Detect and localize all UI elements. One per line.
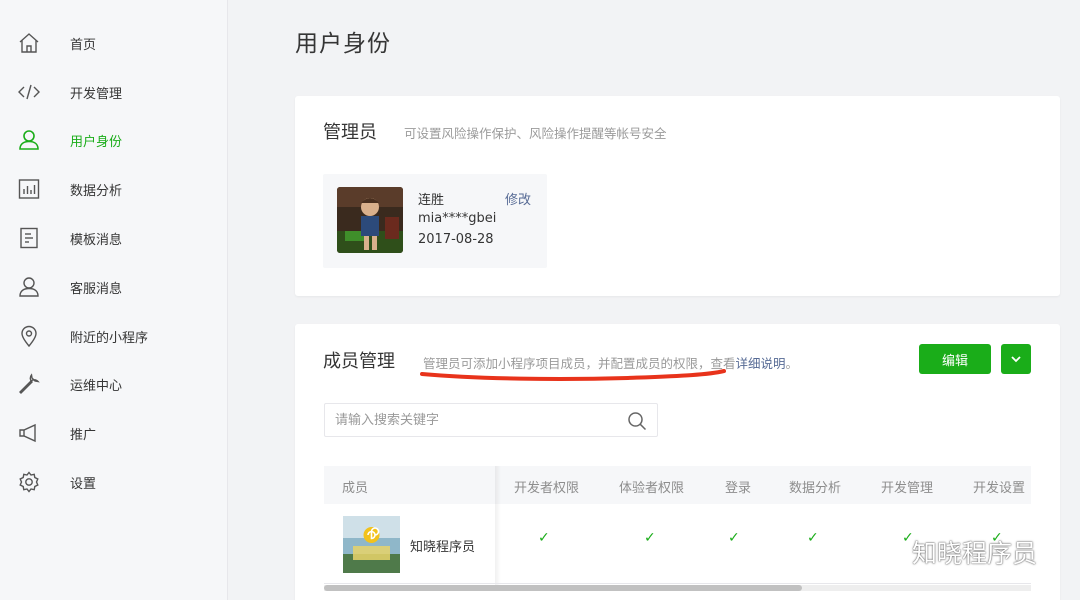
sidebar-item-label: 用户身份 — [70, 134, 123, 150]
search-icon[interactable] — [627, 411, 647, 431]
sidebar-item-settings[interactable]: 设置 — [0, 462, 228, 502]
document-icon — [17, 226, 41, 250]
admin-avatar — [337, 187, 403, 253]
sidebar-item-label: 数据分析 — [70, 183, 123, 199]
gear-icon — [17, 470, 41, 494]
member-section-title: 成员管理 — [323, 351, 395, 372]
code-icon — [17, 80, 41, 104]
megaphone-icon — [17, 421, 41, 445]
more-dropdown-button[interactable] — [1001, 344, 1031, 374]
wechat-icon — [863, 537, 904, 567]
member-name: 知晓程序员 — [410, 540, 476, 555]
admin-card: 管理员 可设置风险操作保护、风险操作提醒等帐号安全 连胜 修改 mia****g… — [295, 96, 1060, 296]
wrench-icon — [17, 372, 41, 396]
column-header-developer: 开发者权限 — [514, 481, 580, 496]
annotation-underline — [420, 369, 726, 381]
member-avatar — [343, 516, 400, 573]
edit-button[interactable]: 编辑 — [919, 344, 991, 374]
sidebar-item-data-analysis[interactable]: 数据分析 — [0, 169, 228, 209]
watermark-text: 知晓程序员 — [912, 539, 1038, 568]
member-description-suffix: 。 — [785, 356, 799, 371]
column-header-login: 登录 — [725, 481, 752, 496]
sidebar-item-dev-manage[interactable]: 开发管理 — [0, 72, 228, 112]
home-icon — [17, 31, 41, 55]
permission-check-login: ✓ — [728, 530, 740, 546]
column-header-dev-settings: 开发设置 — [973, 481, 1026, 496]
search-input[interactable] — [335, 404, 620, 436]
permission-check-data-analysis: ✓ — [807, 530, 819, 546]
sidebar-item-label: 开发管理 — [70, 86, 123, 102]
permission-check-tester: ✓ — [644, 530, 656, 546]
column-header-dev-manage: 开发管理 — [881, 481, 934, 496]
sidebar-item-customer-service[interactable]: 客服消息 — [0, 267, 228, 307]
watermark: 知晓程序员 — [862, 534, 1037, 570]
admin-info-box: 连胜 修改 mia****gbei 2017-08-28 — [323, 174, 547, 268]
sidebar: 首页 开发管理 用户身份 数据分析 模板消息 客服消息 附近的小程序 运维中心 … — [0, 0, 228, 600]
sidebar-item-ops-center[interactable]: 运维中心 — [0, 364, 228, 404]
page-title: 用户身份 — [295, 31, 391, 57]
sidebar-item-home[interactable]: 首页 — [0, 23, 228, 63]
sidebar-item-label: 模板消息 — [70, 232, 123, 248]
admin-name: 连胜 — [418, 193, 445, 208]
column-header-tester: 体验者权限 — [619, 481, 685, 496]
sidebar-item-promotion[interactable]: 推广 — [0, 413, 228, 453]
permission-check-developer: ✓ — [538, 530, 550, 546]
admin-date: 2017-08-28 — [418, 232, 494, 247]
user-icon — [17, 128, 41, 152]
sidebar-item-label: 运维中心 — [70, 378, 123, 394]
sidebar-item-nearby[interactable]: 附近的小程序 — [0, 316, 228, 356]
sidebar-item-label: 设置 — [70, 476, 97, 492]
admin-edit-link[interactable]: 修改 — [505, 189, 531, 208]
horizontal-scrollbar[interactable] — [324, 585, 1031, 591]
admin-section-description: 可设置风险操作保护、风险操作提醒等帐号安全 — [404, 126, 667, 141]
sidebar-item-label: 首页 — [70, 37, 97, 53]
sidebar-item-user-identity[interactable]: 用户身份 — [0, 120, 228, 160]
chevron-down-icon — [1011, 356, 1021, 363]
admin-account: mia****gbei — [418, 211, 497, 226]
sidebar-item-label: 推广 — [70, 427, 97, 443]
sidebar-item-label: 客服消息 — [70, 281, 123, 297]
table-header: 成员 开发者权限 体验者权限 登录 数据分析 开发管理 开发设置 — [324, 466, 1031, 504]
scrollbar-thumb[interactable] — [324, 585, 802, 591]
search-box — [324, 403, 658, 437]
column-header-data-analysis: 数据分析 — [789, 481, 842, 496]
column-header-member: 成员 — [342, 481, 369, 496]
sidebar-item-label: 附近的小程序 — [70, 330, 149, 346]
sidebar-item-template-message[interactable]: 模板消息 — [0, 218, 228, 258]
admin-section-title: 管理员 — [323, 122, 377, 143]
bar-chart-icon — [17, 177, 41, 201]
location-pin-icon — [17, 324, 41, 348]
customer-service-icon — [17, 275, 41, 299]
details-link[interactable]: 详细说明 — [736, 356, 786, 371]
